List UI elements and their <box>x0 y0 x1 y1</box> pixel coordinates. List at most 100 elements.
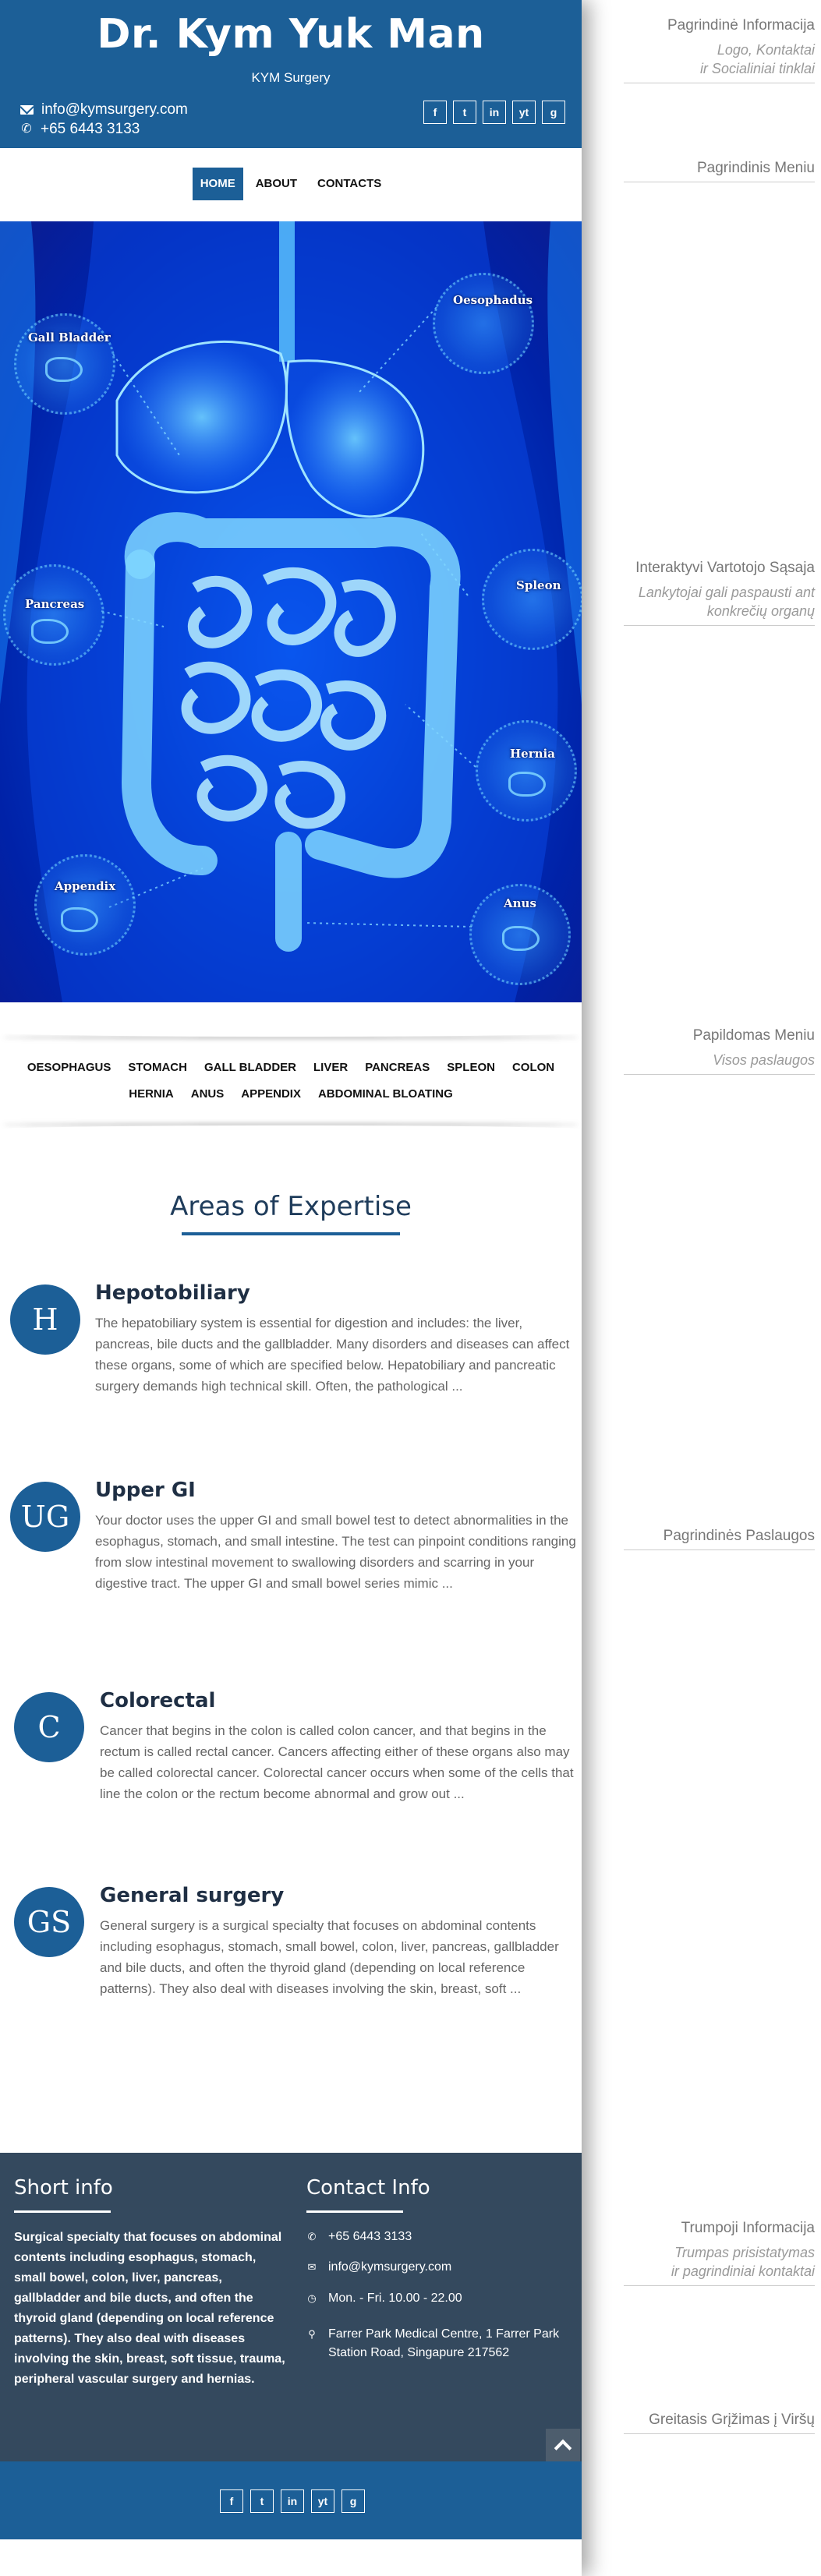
twitter-icon[interactable]: t <box>453 101 476 124</box>
header-email[interactable]: info@kymsurgery.com <box>20 101 188 118</box>
contact-info-heading: Contact Info <box>306 2176 430 2200</box>
annotation-subtitle: Lankytojai gali paspausti ant konkrečių … <box>624 583 815 620</box>
service-description: General surgery is a surgical specialty … <box>100 1918 559 1996</box>
short-info-heading: Short info <box>14 2176 113 2200</box>
footer-social-links: f t in yt g <box>220 2489 365 2513</box>
services-item-abdominal-bloating[interactable]: ABDOMINAL BLOATING <box>310 1087 462 1102</box>
phone-icon: ✆ <box>307 2231 317 2242</box>
pancreas-label[interactable]: Pancreas <box>25 597 84 611</box>
annotation-title: Pagrindinės Paslaugos <box>663 1528 815 1544</box>
service-description: Cancer that begins in the colon is calle… <box>100 1723 574 1801</box>
oesophadus-label[interactable]: Oesophadus <box>453 293 533 307</box>
anus-icon <box>502 926 540 951</box>
footer-email[interactable]: ✉ info@kymsurgery.com <box>306 2258 572 2277</box>
spleon-label[interactable]: Spleon <box>516 578 561 592</box>
site-header: Dr. Kym Yuk Man KYM Surgery info@kymsurg… <box>0 0 582 148</box>
site-logo-title[interactable]: Dr. Kym Yuk Man <box>0 11 582 58</box>
appendix-hotspot[interactable] <box>34 854 136 956</box>
hernia-hotspot[interactable] <box>476 720 577 822</box>
annotation-title: Greitasis Grįžimas į Viršų <box>649 2412 815 2428</box>
header-email-text[interactable]: info@kymsurgery.com <box>41 101 188 118</box>
short-info-underline <box>14 2210 111 2213</box>
youtube-icon[interactable]: yt <box>512 101 536 124</box>
hernia-label[interactable]: Hernia <box>510 747 555 761</box>
gall-bladder-label[interactable]: Gall Bladder <box>28 330 111 345</box>
service-initials-icon[interactable]: UG <box>10 1482 80 1552</box>
nav-item-home[interactable]: HOME <box>192 168 243 200</box>
annotation-rule <box>624 1549 815 1550</box>
annotation-rule <box>624 2285 815 2286</box>
service-initials-icon[interactable]: C <box>14 1692 84 1762</box>
footer-hours: ◷ Mon. - Fri. 10.00 - 22.00 <box>306 2289 572 2308</box>
annotation-main-menu: Pagrindinis Meniu <box>624 160 815 182</box>
header-phone[interactable]: ✆ +65 6443 3133 <box>20 121 140 138</box>
services-item-gall-bladder[interactable]: GALL BLADDER <box>196 1060 305 1076</box>
service-title[interactable]: Colorectal <box>100 1689 215 1712</box>
envelope-icon: ✉ <box>307 2261 317 2273</box>
envelope-icon <box>20 105 34 115</box>
spleon-hotspot[interactable] <box>482 549 582 650</box>
annotation-subtitle: Trumpas prisistatymas ir pagrindiniai ko… <box>624 2243 815 2281</box>
interactive-anatomy-map[interactable]: Gall Bladder Oesophadus Pancreas Spleon … <box>0 221 582 1002</box>
services-item-colon[interactable]: COLON <box>504 1060 563 1076</box>
hernia-icon <box>508 772 546 797</box>
service-initials-icon[interactable]: H <box>10 1284 80 1355</box>
annotation-rule <box>624 1074 815 1075</box>
clock-icon: ◷ <box>307 2292 317 2304</box>
services-item-oesophagus[interactable]: OESOPHAGUS <box>19 1060 120 1076</box>
anus-label[interactable]: Anus <box>504 896 536 910</box>
nav-item-about[interactable]: ABOUT <box>248 168 305 200</box>
footer-phone-text[interactable]: +65 6443 3133 <box>328 2228 412 2246</box>
google-plus-icon[interactable]: g <box>341 2489 365 2513</box>
main-navigation: HOME ABOUT CONTACTS <box>0 148 582 220</box>
service-title[interactable]: Upper GI <box>95 1479 196 1502</box>
footer-address: ⚲ Farrer Park Medical Centre, 1 Farrer P… <box>306 2325 572 2362</box>
youtube-icon[interactable]: yt <box>311 2489 334 2513</box>
nav-item-contacts[interactable]: CONTACTS <box>310 168 389 200</box>
annotation-main-info: Pagrindinė Informacija Logo, Kontaktai i… <box>624 17 815 83</box>
annotation-rule <box>624 625 815 626</box>
service-description: Your doctor uses the upper GI and small … <box>95 1513 576 1591</box>
short-info-text: Surgical specialty that focuses on abdom… <box>14 2231 285 2386</box>
menu-divider-bottom <box>0 1125 582 1133</box>
footer-email-text[interactable]: info@kymsurgery.com <box>328 2258 451 2277</box>
pancreas-hotspot[interactable] <box>3 564 104 666</box>
annotation-subtitle: Logo, Kontaktai ir Socialiniai tinklai <box>624 41 815 78</box>
services-item-anus[interactable]: ANUS <box>182 1087 233 1102</box>
twitter-icon[interactable]: t <box>250 2489 274 2513</box>
google-plus-icon[interactable]: g <box>542 101 565 124</box>
facebook-icon[interactable]: f <box>220 2489 243 2513</box>
annotation-title: Pagrindinė Informacija <box>667 17 815 34</box>
annotation-subtitle-line: Logo, Kontaktai <box>717 42 815 58</box>
linkedin-icon[interactable]: in <box>483 101 506 124</box>
service-title[interactable]: General surgery <box>100 1884 284 1907</box>
services-item-appendix[interactable]: APPENDIX <box>232 1087 310 1102</box>
services-item-pancreas[interactable]: PANCREAS <box>356 1060 438 1076</box>
section-title-underline <box>182 1232 400 1235</box>
facebook-icon[interactable]: f <box>423 101 447 124</box>
annotation-main-services: Pagrindinės Paslaugos <box>624 1528 815 1550</box>
service-title[interactable]: Hepotobiliary <box>95 1281 250 1305</box>
services-item-stomach[interactable]: STOMACH <box>119 1060 196 1076</box>
back-to-top-button[interactable] <box>546 2429 580 2461</box>
annotation-extra-menu: Papildomas Meniu Visos paslaugos <box>624 1027 815 1075</box>
service-initials-icon[interactable]: GS <box>14 1887 84 1957</box>
annotation-back-to-top: Greitasis Grįžimas į Viršų <box>624 2412 815 2434</box>
annotation-subtitle: Visos paslaugos <box>624 1051 815 1069</box>
services-item-liver[interactable]: LIVER <box>305 1060 356 1076</box>
linkedin-icon[interactable]: in <box>281 2489 304 2513</box>
footer-hours-text: Mon. - Fri. 10.00 - 22.00 <box>328 2292 462 2305</box>
pancreas-icon <box>31 619 69 644</box>
site-page: Dr. Kym Yuk Man KYM Surgery info@kymsurg… <box>0 0 582 2576</box>
oesophadus-hotspot[interactable] <box>433 273 534 374</box>
header-phone-text[interactable]: +65 6443 3133 <box>41 121 140 138</box>
chevron-up-icon <box>554 2439 572 2458</box>
menu-divider-top <box>0 1029 582 1037</box>
footer-address-text: Farrer Park Medical Centre, 1 Farrer Par… <box>328 2327 560 2359</box>
appendix-label[interactable]: Appendix <box>55 879 115 893</box>
services-item-spleon[interactable]: SPLEON <box>438 1060 504 1076</box>
footer-phone[interactable]: ✆ +65 6443 3133 <box>306 2228 572 2246</box>
services-item-hernia[interactable]: HERNIA <box>120 1087 182 1102</box>
annotation-title: Papildomas Meniu <box>692 1027 815 1044</box>
site-footer: Short info Surgical specialty that focus… <box>0 2153 582 2461</box>
